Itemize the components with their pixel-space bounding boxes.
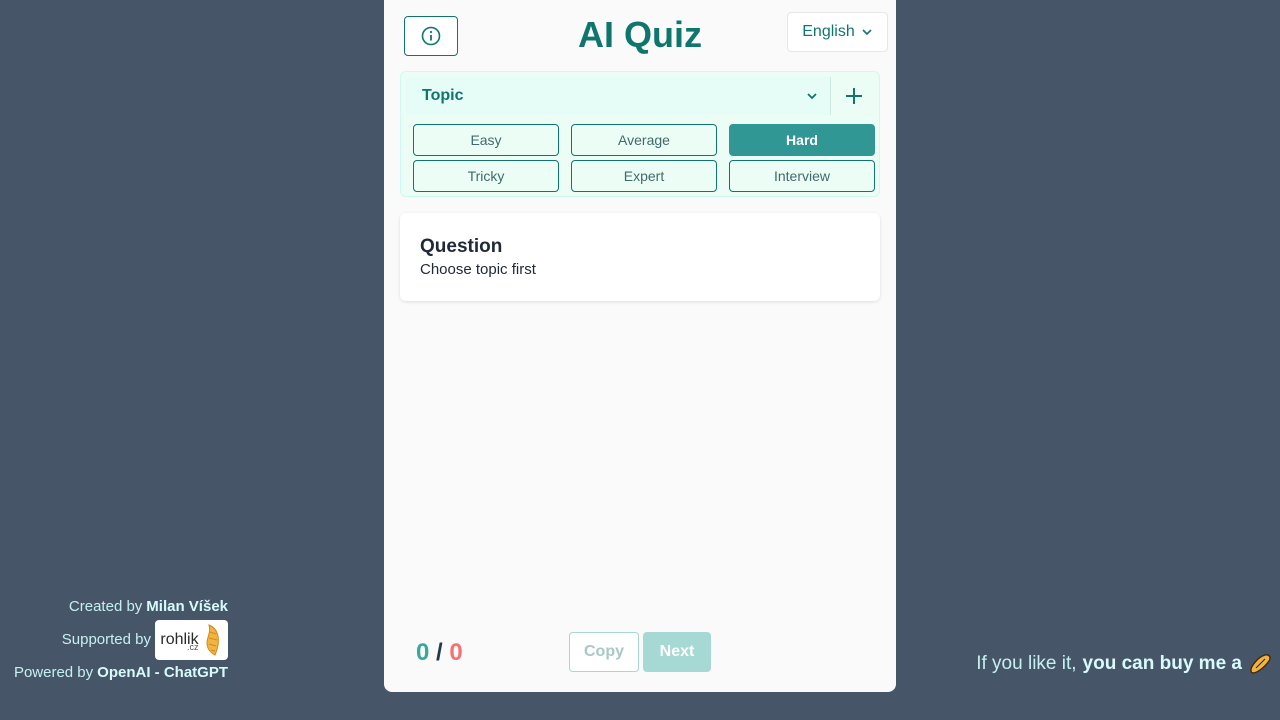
topic-section: Topic Easy Average Hard Tricky Expert In… xyxy=(400,71,880,197)
difficulty-hard-button[interactable]: Hard xyxy=(729,124,875,156)
chevron-down-icon xyxy=(862,29,872,36)
difficulty-tricky-button[interactable]: Tricky xyxy=(413,160,559,192)
buy-me-prefix: If you like it, xyxy=(976,653,1077,674)
question-text: Choose topic first xyxy=(420,261,536,278)
rohlik-logo[interactable]: rohlik .cz xyxy=(155,619,228,660)
difficulty-interview-button[interactable]: Interview xyxy=(729,160,875,192)
difficulty-expert-button[interactable]: Expert xyxy=(571,160,717,192)
copy-button[interactable]: Copy xyxy=(569,632,639,672)
powered-prefix: Powered by xyxy=(13,664,94,681)
supported-prefix: Supported by xyxy=(61,631,151,648)
language-label: English xyxy=(802,23,855,40)
add-topic-button[interactable] xyxy=(839,80,869,112)
score-separator: / xyxy=(436,639,443,666)
rohlik-icon xyxy=(1250,654,1271,674)
question-heading: Question xyxy=(420,236,503,257)
question-card: Question Choose topic first xyxy=(400,213,880,301)
difficulty-options: Easy Average Hard Tricky Expert Intervie… xyxy=(413,124,875,192)
next-button[interactable]: Next xyxy=(643,632,711,672)
openai-link[interactable]: OpenAI - ChatGPT xyxy=(97,664,228,681)
buy-me-link[interactable]: If you like it, you can buy me a xyxy=(976,652,1272,676)
credits: Created by Milan Víšek Supported by rohl… xyxy=(14,590,228,689)
powered-by-line: Powered by OpenAI - ChatGPT xyxy=(14,656,228,689)
created-prefix: Created by xyxy=(68,598,143,615)
plus-icon xyxy=(846,88,862,104)
buy-me-text: you can buy me a xyxy=(1082,653,1242,674)
chevron-down-icon xyxy=(807,93,817,100)
difficulty-easy-button[interactable]: Easy xyxy=(413,124,559,156)
wrong-count: 0 xyxy=(449,639,463,666)
topic-label: Topic xyxy=(422,87,464,104)
score-display: 0 / 0 xyxy=(416,638,463,668)
rohlik-logo-sub: .cz xyxy=(187,641,199,652)
language-select[interactable]: English xyxy=(787,12,888,52)
supported-by-line: Supported by rohlik .cz xyxy=(14,619,228,660)
author-link[interactable]: Milan Víšek xyxy=(146,598,228,615)
topic-select[interactable]: Topic xyxy=(406,77,831,115)
croissant-icon xyxy=(206,623,219,656)
correct-count: 0 xyxy=(416,639,430,666)
difficulty-average-button[interactable]: Average xyxy=(571,124,717,156)
quiz-panel: AI Quiz English Topic Easy Average Hard … xyxy=(384,0,896,692)
created-by-line: Created by Milan Víšek xyxy=(14,590,228,623)
